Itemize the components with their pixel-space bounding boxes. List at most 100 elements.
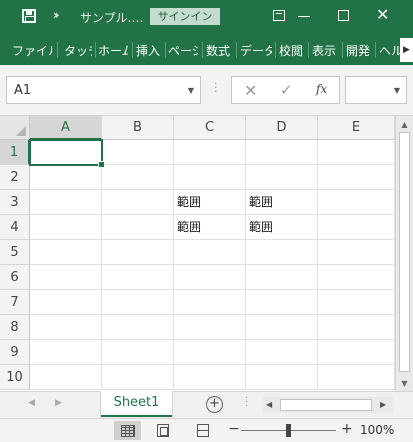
cell-d6[interactable] bbox=[246, 265, 318, 290]
add-sheet-icon[interactable]: + bbox=[206, 396, 223, 413]
tab-touch[interactable]: タッチ bbox=[64, 42, 92, 58]
cancel-icon[interactable]: ✕ bbox=[244, 81, 257, 100]
cell-d3[interactable]: 範囲 bbox=[246, 190, 318, 215]
scroll-right-icon[interactable]: ▶ bbox=[380, 400, 386, 409]
cell-b1[interactable] bbox=[102, 140, 174, 165]
cell-d1[interactable] bbox=[246, 140, 318, 165]
cell-c9[interactable] bbox=[174, 340, 246, 365]
tab-review[interactable]: 校閲 bbox=[279, 42, 305, 58]
row-header-1[interactable]: 1 bbox=[0, 140, 30, 165]
cell-d2[interactable] bbox=[246, 165, 318, 190]
page-layout-view-icon[interactable] bbox=[157, 424, 169, 437]
row-header-3[interactable]: 3 bbox=[0, 190, 30, 215]
enter-icon[interactable]: ✓ bbox=[280, 81, 293, 99]
cell-a3[interactable] bbox=[30, 190, 102, 215]
expand-formula-bar-icon[interactable]: ▼ bbox=[394, 86, 400, 95]
cell-e8[interactable] bbox=[318, 315, 395, 340]
cell-c3[interactable]: 範囲 bbox=[174, 190, 246, 215]
tab-page-layout[interactable]: ページ bbox=[168, 42, 198, 58]
cell-d7[interactable] bbox=[246, 290, 318, 315]
cell-b10[interactable] bbox=[102, 365, 174, 390]
column-header-c[interactable]: C bbox=[174, 116, 246, 140]
sheet-tab-sheet1[interactable]: Sheet1 bbox=[101, 391, 172, 417]
tab-help[interactable]: ヘルプ bbox=[379, 42, 400, 58]
cell-c10[interactable] bbox=[174, 365, 246, 390]
cell-e1[interactable] bbox=[318, 140, 395, 165]
quick-access-more-icon[interactable]: ›› bbox=[53, 8, 59, 22]
cell-a4[interactable] bbox=[30, 215, 102, 240]
formula-input[interactable]: ▼ bbox=[345, 76, 407, 104]
scroll-up-icon[interactable]: ▲ bbox=[399, 119, 410, 130]
cell-e5[interactable] bbox=[318, 240, 395, 265]
tab-data[interactable]: データ bbox=[240, 42, 272, 58]
cell-c4[interactable]: 範囲 bbox=[174, 215, 246, 240]
sheet-nav-left-icon[interactable]: ◀ bbox=[28, 398, 35, 408]
cell-b6[interactable] bbox=[102, 265, 174, 290]
cell-a7[interactable] bbox=[30, 290, 102, 315]
scroll-left-icon[interactable]: ◀ bbox=[266, 400, 272, 409]
cell-b2[interactable] bbox=[102, 165, 174, 190]
name-box[interactable]: A1 ▼ bbox=[6, 76, 201, 104]
vertical-scrollbar[interactable]: ▲ ▼ bbox=[395, 116, 413, 391]
row-header-9[interactable]: 9 bbox=[0, 340, 30, 365]
column-header-d[interactable]: D bbox=[246, 116, 318, 140]
cell-c5[interactable] bbox=[174, 240, 246, 265]
cell-e6[interactable] bbox=[318, 265, 395, 290]
cell-b8[interactable] bbox=[102, 315, 174, 340]
column-header-b[interactable]: B bbox=[102, 116, 174, 140]
cell-e10[interactable] bbox=[318, 365, 395, 390]
insert-function-icon[interactable]: fx bbox=[316, 82, 327, 96]
cell-c7[interactable] bbox=[174, 290, 246, 315]
horizontal-scroll-thumb[interactable] bbox=[280, 399, 372, 411]
cell-a10[interactable] bbox=[30, 365, 102, 390]
cell-a8[interactable] bbox=[30, 315, 102, 340]
cell-b5[interactable] bbox=[102, 240, 174, 265]
ribbon-display-options-icon[interactable] bbox=[273, 10, 285, 21]
cell-a5[interactable] bbox=[30, 240, 102, 265]
cell-e3[interactable] bbox=[318, 190, 395, 215]
row-header-5[interactable]: 5 bbox=[0, 240, 30, 265]
cell-a2[interactable] bbox=[30, 165, 102, 190]
chevron-down-icon[interactable]: ▼ bbox=[188, 86, 194, 95]
cell-b9[interactable] bbox=[102, 340, 174, 365]
cell-d10[interactable] bbox=[246, 365, 318, 390]
cell-d4[interactable]: 範囲 bbox=[246, 215, 318, 240]
zoom-out-button[interactable]: − bbox=[228, 421, 240, 437]
row-header-8[interactable]: 8 bbox=[0, 315, 30, 340]
tab-developer[interactable]: 開発 bbox=[346, 42, 372, 58]
cell-c1[interactable] bbox=[174, 140, 246, 165]
tab-insert[interactable]: 挿入 bbox=[136, 42, 162, 58]
signin-button[interactable]: サインイン bbox=[150, 8, 220, 25]
row-header-4[interactable]: 4 bbox=[0, 215, 30, 240]
cell-c2[interactable] bbox=[174, 165, 246, 190]
cell-a9[interactable] bbox=[30, 340, 102, 365]
scroll-down-icon[interactable]: ▼ bbox=[399, 378, 410, 389]
cell-c8[interactable] bbox=[174, 315, 246, 340]
cell-b4[interactable] bbox=[102, 215, 174, 240]
page-break-preview-icon[interactable] bbox=[197, 424, 209, 437]
maximize-icon[interactable] bbox=[338, 10, 349, 21]
row-header-2[interactable]: 2 bbox=[0, 165, 30, 190]
vertical-scroll-thumb[interactable] bbox=[399, 132, 410, 372]
save-icon[interactable] bbox=[22, 9, 36, 23]
cell-c6[interactable] bbox=[174, 265, 246, 290]
tab-splitter-icon[interactable]: · · · bbox=[245, 394, 248, 412]
cell-d5[interactable] bbox=[246, 240, 318, 265]
cell-b7[interactable] bbox=[102, 290, 174, 315]
row-header-10[interactable]: 10 bbox=[0, 365, 30, 390]
select-all-corner[interactable] bbox=[0, 116, 30, 140]
cell-e2[interactable] bbox=[318, 165, 395, 190]
tab-file[interactable]: ファイル bbox=[12, 42, 52, 58]
tab-home[interactable]: ホーム bbox=[98, 42, 128, 58]
splitter-handle-icon[interactable]: · · · bbox=[214, 78, 218, 97]
zoom-slider-thumb[interactable] bbox=[286, 424, 291, 437]
close-icon[interactable]: ✕ bbox=[376, 6, 389, 24]
cell-e4[interactable] bbox=[318, 215, 395, 240]
cell-a6[interactable] bbox=[30, 265, 102, 290]
sheet-nav-right-icon[interactable]: ▶ bbox=[55, 398, 62, 408]
normal-view-icon[interactable] bbox=[114, 421, 141, 440]
zoom-level[interactable]: 100% bbox=[360, 423, 394, 437]
tab-view[interactable]: 表示 bbox=[312, 42, 338, 58]
row-header-6[interactable]: 6 bbox=[0, 265, 30, 290]
cell-e7[interactable] bbox=[318, 290, 395, 315]
